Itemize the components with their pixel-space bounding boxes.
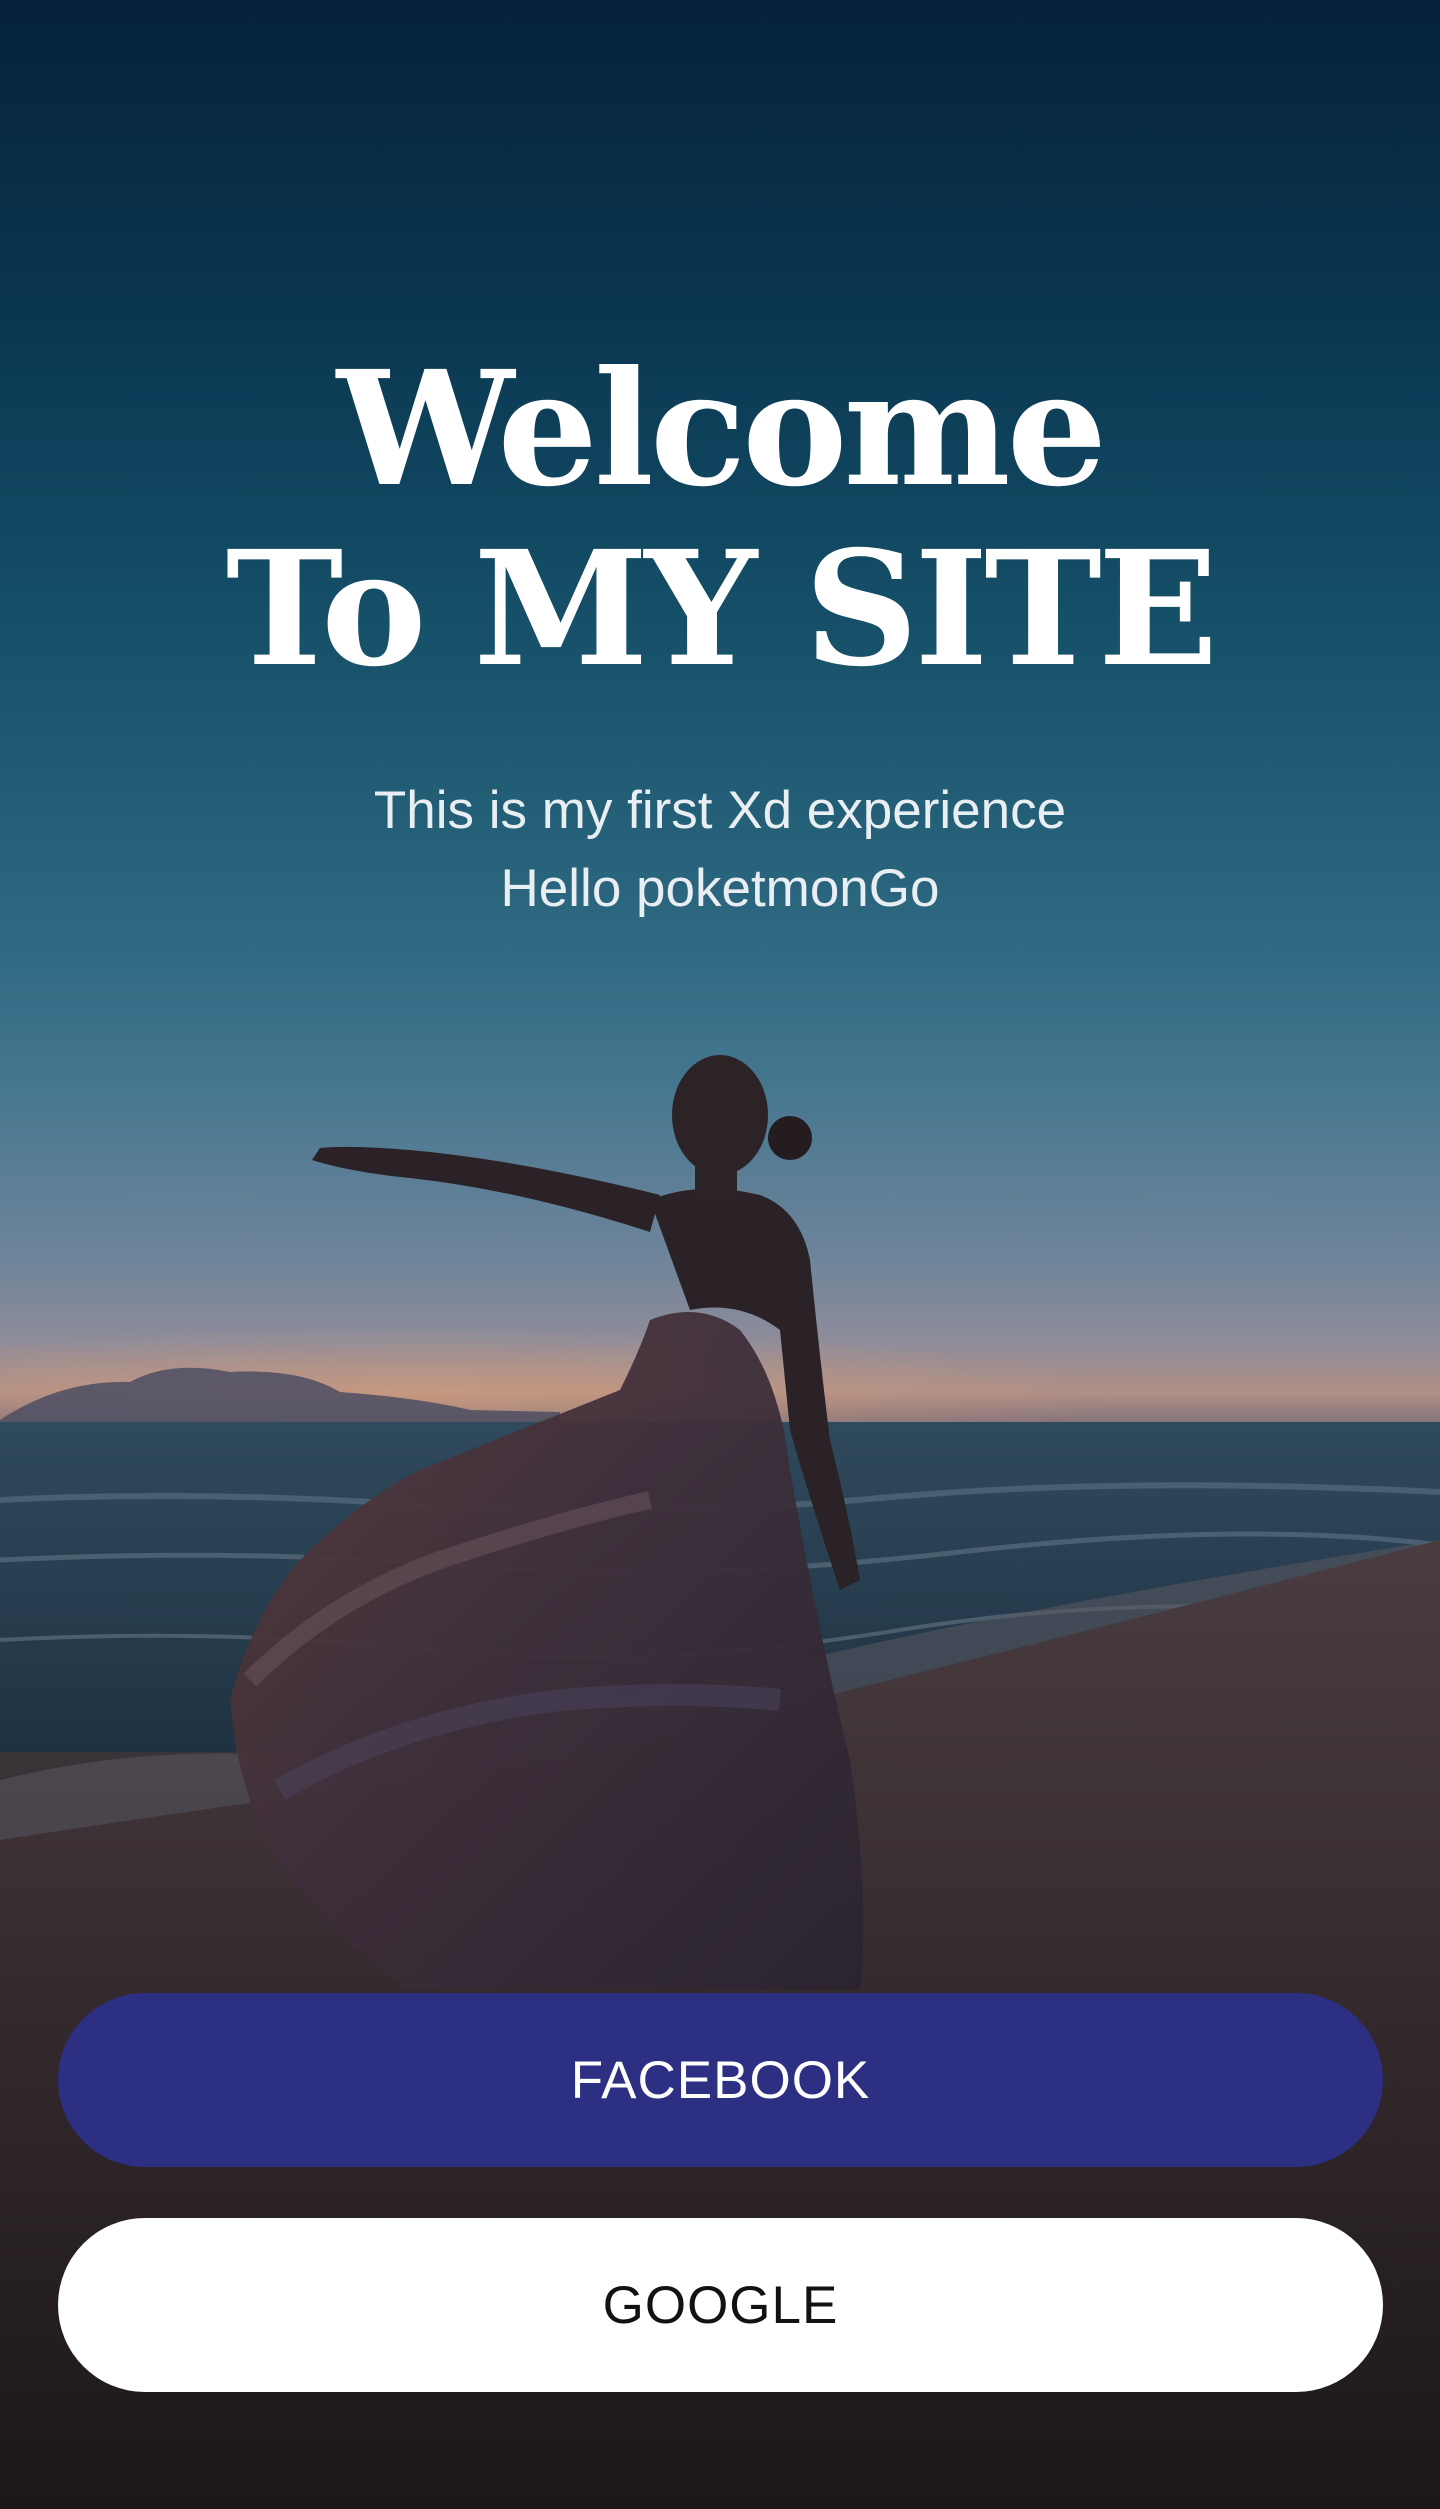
facebook-button-label: FACEBOOK (570, 2050, 871, 2110)
page-title: Welcome To MY SITE (0, 340, 1440, 700)
google-button-label: GOOGLE (602, 2275, 839, 2335)
subtitle-line-2: Hello poketmonGo (500, 859, 940, 918)
google-login-button[interactable]: GOOGLE (58, 2218, 1383, 2392)
facebook-login-button[interactable]: FACEBOOK (58, 1993, 1383, 2167)
title-line-welcome: Welcome (336, 337, 1107, 522)
subtitle: This is my first Xd experience Hello pok… (0, 772, 1440, 928)
title-line-site: To MY SITE (225, 517, 1219, 702)
subtitle-line-1: This is my first Xd experience (373, 781, 1067, 840)
welcome-screen: Welcome To MY SITE This is my first Xd e… (0, 0, 1440, 2509)
